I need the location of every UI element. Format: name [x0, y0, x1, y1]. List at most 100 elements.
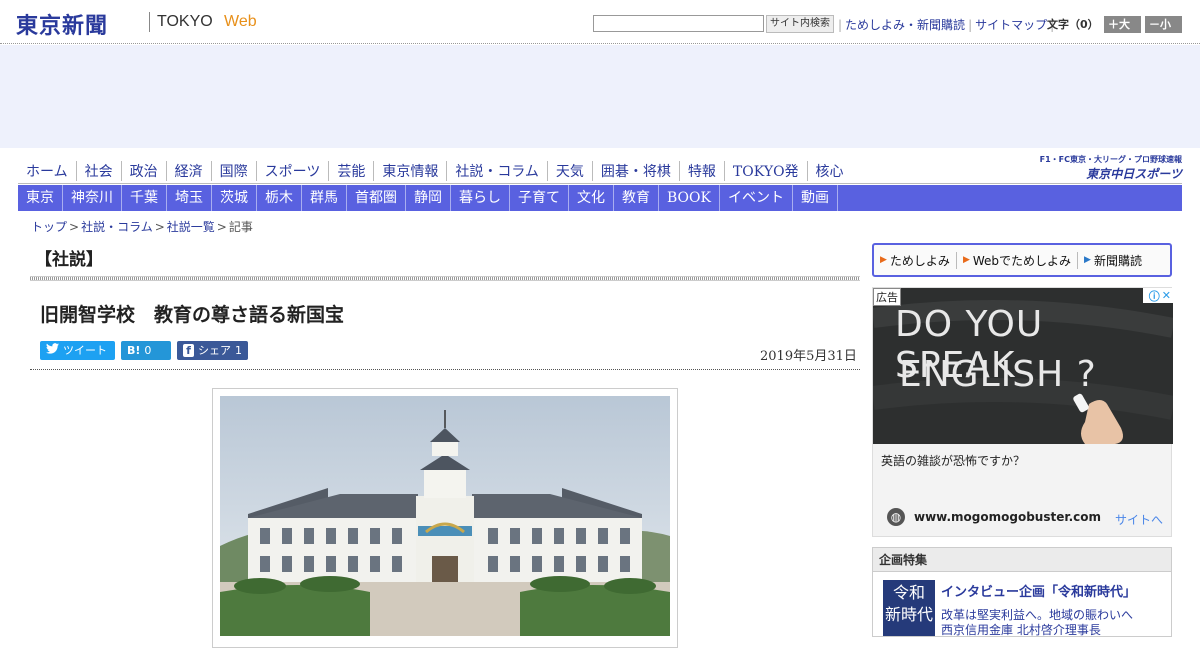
top-ad-area	[0, 45, 1200, 148]
facebook-share-count: 1	[235, 344, 242, 357]
sitemap-link[interactable]: サイトマップ	[975, 18, 1047, 32]
nav2-item-book[interactable]: BOOK	[659, 185, 720, 211]
nav-item-tokyo-info[interactable]: 東京情報	[373, 161, 446, 181]
orange-arrow-icon: ▶	[962, 255, 970, 265]
nav2-item-shizuoka[interactable]: 静岡	[406, 185, 451, 211]
facebook-share-button[interactable]: f シェア 1	[177, 341, 248, 360]
breadcrumb: トップ > 社説・コラム > 社説一覧 > 記事	[31, 218, 253, 235]
nav-item-go-shogi[interactable]: 囲碁・将棋	[591, 161, 679, 181]
nav2-item-ibaraki[interactable]: 茨城	[212, 185, 257, 211]
web-trial-read-link[interactable]: ▶ Webでためしよみ	[955, 251, 1077, 269]
ad-caption[interactable]: 英語の雑談が恐怖ですか？	[881, 452, 1025, 469]
trial-subscribe-link[interactable]: ためしよみ・新聞購読	[845, 18, 965, 32]
hatena-bookmark-button[interactable]: B! 0	[121, 341, 171, 360]
blue-arrow-icon: ▶	[1084, 255, 1091, 265]
nav-item-sports[interactable]: スポーツ	[255, 161, 329, 181]
nav2-item-saitama[interactable]: 埼玉	[167, 185, 212, 211]
facebook-share-label: シェア	[198, 344, 231, 357]
logo-web-text[interactable]: Web	[224, 13, 257, 31]
sports-banner-subtitle: F1・FC東京・大リーグ・プロ野球速報	[1039, 155, 1182, 164]
nav2-item-video[interactable]: 動画	[793, 185, 838, 211]
font-larger-button[interactable]: ＋大	[1104, 16, 1141, 33]
logo-divider	[149, 12, 150, 32]
nav-item-politics[interactable]: 政治	[120, 161, 166, 181]
breadcrumb-separator: >	[216, 220, 227, 234]
nav-item-editorial[interactable]: 社説・コラム	[446, 161, 547, 181]
site-search-button[interactable]: サイト内検索	[766, 15, 834, 33]
publish-date: 2019年5月31日	[760, 349, 857, 364]
nav2-item-education[interactable]: 教育	[614, 185, 659, 211]
nav2-item-culture[interactable]: 文化	[569, 185, 614, 211]
breadcrumb-current: 記事	[228, 220, 253, 234]
ad-label: 広告	[873, 288, 901, 306]
nav2-item-gunma[interactable]: 群馬	[302, 185, 347, 211]
breadcrumb-editorial[interactable]: 社説・コラム	[81, 220, 153, 234]
feature-thumbnail[interactable]: 令和 新時代	[883, 580, 935, 636]
ad-url[interactable]: www.mogomogobuster.com	[914, 510, 1101, 524]
site-logo[interactable]: 東京新聞	[16, 8, 108, 40]
logo-tokyo-text[interactable]: TOKYO	[157, 13, 213, 31]
nav2-item-parenting[interactable]: 子育て	[510, 185, 569, 211]
ad-image[interactable]: DO YOU SPEAK ENGLISH ? 広告 ⓘ ✕	[873, 288, 1173, 444]
subscription-bar: ▶ ためしよみ ▶ Webでためしよみ ▶ 新聞購読	[872, 243, 1172, 277]
site-header: 東京新聞 TOKYO Web サイト内検索 | ためしよみ・新聞購読 | サイトマップ…	[0, 0, 1200, 44]
breadcrumb-separator: >	[69, 220, 80, 234]
breadcrumb-separator: >	[154, 220, 165, 234]
section-label: 【社説】	[35, 250, 103, 270]
globe-icon: ◍	[887, 508, 905, 526]
font-size-label: 文字（0）	[1047, 18, 1099, 31]
twitter-bird-icon	[46, 341, 59, 360]
ad-cta-link[interactable]: サイトへ	[1115, 511, 1163, 528]
primary-nav: ホーム 社会 政治 経済 国際 スポーツ 芸能 東京情報 社説・コラム 天気 囲…	[18, 158, 852, 184]
nav2-item-chiba[interactable]: 千葉	[122, 185, 167, 211]
date-divider	[30, 369, 860, 370]
nav2-item-event[interactable]: イベント	[720, 185, 793, 211]
link-separator: |	[838, 18, 843, 32]
sports-banner-title: 東京中日スポーツ	[1086, 167, 1182, 181]
hatena-count: 0	[144, 344, 152, 357]
feature-thumb-line2: 新時代	[884, 605, 933, 624]
ad-choices[interactable]: ⓘ ✕	[1143, 288, 1173, 303]
orange-arrow-icon: ▶	[880, 255, 887, 265]
hatena-bookmark-icon: B!	[127, 344, 141, 357]
nav-item-entertainment[interactable]: 芸能	[328, 161, 373, 181]
nav-divider	[18, 183, 1182, 184]
nav-item-special-report[interactable]: 特報	[678, 161, 724, 181]
nav-item-international[interactable]: 国際	[210, 161, 256, 181]
facebook-icon: f	[183, 344, 194, 357]
feature-heading: 企画特集	[873, 548, 1171, 572]
ad-close-icon[interactable]: ✕	[1162, 289, 1171, 302]
nav2-item-metropolitan[interactable]: 首都圏	[347, 185, 406, 211]
site-search-input[interactable]	[593, 15, 764, 32]
nav-item-economy[interactable]: 経済	[165, 161, 211, 181]
font-smaller-button[interactable]: －小	[1145, 16, 1182, 33]
nav-item-society[interactable]: 社会	[75, 161, 121, 181]
breadcrumb-editorial-list[interactable]: 社説一覧	[167, 220, 215, 234]
sidebar-ad[interactable]: DO YOU SPEAK ENGLISH ? 広告 ⓘ ✕ 英語の雑談が恐怖です…	[872, 287, 1173, 537]
nav-item-weather[interactable]: 天気	[546, 161, 592, 181]
feature-thumb-line1: 令和	[892, 583, 925, 602]
article-headline: 旧開智学校 教育の尊さ語る新国宝	[40, 304, 345, 326]
regional-nav: 東京 神奈川 千葉 埼玉 茨城 栃木 群馬 首都圏 静岡 暮らし 子育て 文化 …	[18, 185, 1182, 211]
trial-read-label: ためしよみ	[889, 253, 950, 268]
tweet-label: ツイート	[63, 344, 107, 357]
nav-item-core[interactable]: 核心	[806, 161, 852, 181]
breadcrumb-top[interactable]: トップ	[31, 220, 67, 234]
trial-read-link[interactable]: ▶ ためしよみ	[880, 252, 956, 269]
nav2-item-kanagawa[interactable]: 神奈川	[63, 185, 122, 211]
nav2-item-tokyo[interactable]: 東京	[18, 185, 63, 211]
nav-item-tokyo-hatsu[interactable]: TOKYO発	[723, 161, 807, 181]
ad-info-icon[interactable]: ⓘ	[1149, 288, 1160, 304]
nav2-item-tochigi[interactable]: 栃木	[257, 185, 302, 211]
web-trial-read-label: Webでためしよみ	[972, 253, 1072, 268]
subscribe-link[interactable]: ▶ 新聞購読	[1077, 251, 1148, 269]
ad-image-line2: ENGLISH ?	[899, 354, 1097, 395]
feature-title[interactable]: インタビュー企画「令和新時代」	[941, 581, 1136, 600]
tweet-button[interactable]: ツイート	[40, 341, 115, 360]
chunichi-sports-banner[interactable]: F1・FC東京・大リーグ・プロ野球速報 東京中日スポーツ	[1024, 154, 1182, 182]
article-photo-frame	[212, 388, 678, 648]
subscribe-label: 新聞購読	[1093, 253, 1142, 268]
nav2-item-living[interactable]: 暮らし	[451, 185, 510, 211]
nav-item-home[interactable]: ホーム	[18, 161, 76, 181]
article-photo[interactable]	[220, 396, 670, 636]
